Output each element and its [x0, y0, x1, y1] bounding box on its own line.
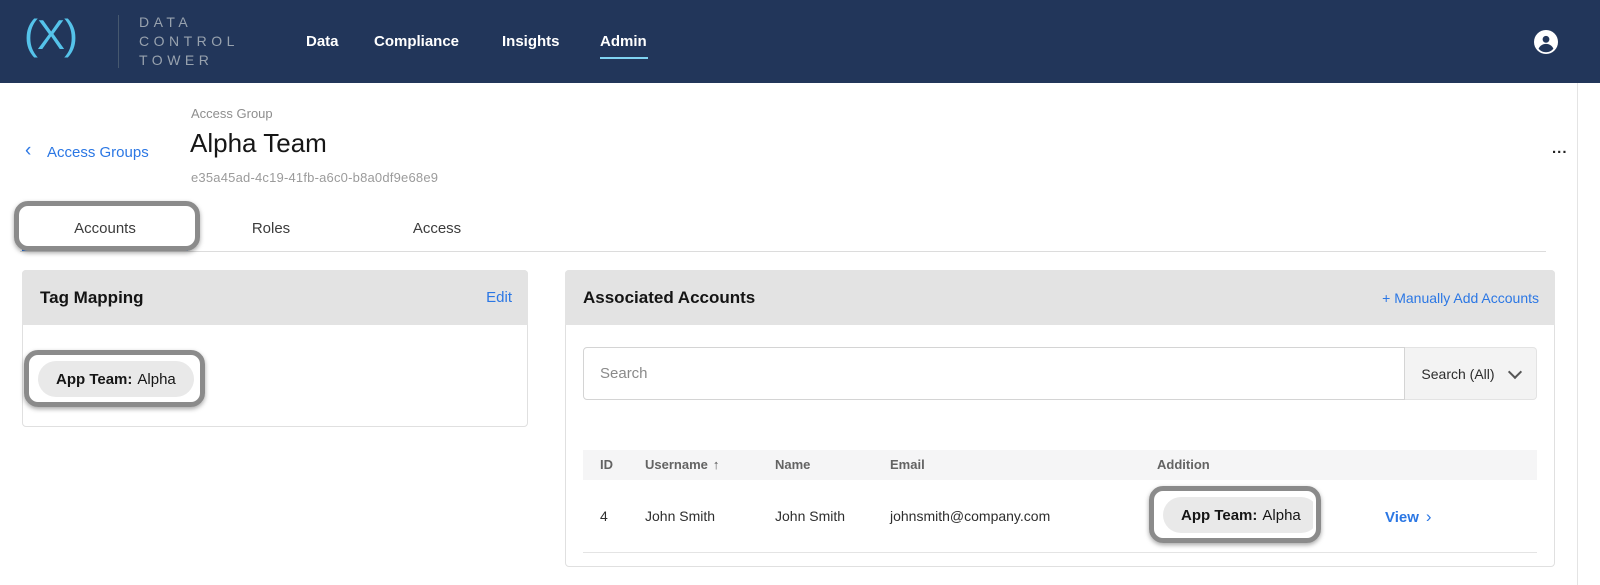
associated-accounts-title: Associated Accounts [583, 288, 755, 308]
table-header-row [583, 450, 1537, 480]
brand-line-3: TOWER [139, 51, 239, 70]
column-header-username[interactable]: Username ↑ [645, 450, 719, 480]
row-tag-value: Alpha [1262, 507, 1300, 524]
tag-key: App Team: [56, 371, 132, 388]
page-uuid: e35a45ad-4c19-41fb-a6c0-b8a0df9e68e9 [191, 170, 438, 185]
nav-item-admin[interactable]: Admin [600, 33, 647, 51]
brand-wordmark: DATA CONTROL TOWER [139, 13, 239, 70]
accounts-search-input[interactable] [584, 348, 1404, 399]
tag-chip-app-team-alpha[interactable]: App Team: Alpha [38, 361, 194, 397]
column-header-username-label: Username [645, 457, 708, 472]
nav-active-indicator [600, 57, 648, 59]
tab-access[interactable]: Access [354, 205, 520, 251]
overflow-menu-icon[interactable]: ... [1552, 140, 1568, 157]
tag-value: Alpha [137, 371, 175, 388]
view-label: View [1385, 509, 1419, 526]
page-title: Alpha Team [190, 128, 327, 159]
search-scope-label: Search (All) [1421, 366, 1494, 382]
brand-divider [118, 15, 119, 68]
column-header-id[interactable]: ID [600, 450, 613, 480]
row-tag-key: App Team: [1181, 507, 1257, 524]
search-scope-dropdown[interactable]: Search (All) [1405, 347, 1537, 400]
view-account-link[interactable]: View › [1385, 480, 1432, 553]
accounts-search-box [583, 347, 1405, 400]
page-right-edge-divider [1577, 83, 1578, 585]
brand-logo-icon[interactable]: (X) [24, 11, 77, 59]
tabs-divider [20, 251, 1546, 252]
top-navbar: (X) DATA CONTROL TOWER Data Compliance I… [0, 0, 1600, 83]
chevron-right-icon: › [1426, 507, 1432, 526]
manually-add-accounts-link[interactable]: + Manually Add Accounts [1382, 290, 1539, 306]
chevron-down-icon [1507, 364, 1521, 378]
tag-mapping-header: Tag Mapping Edit [22, 270, 528, 325]
edit-tag-mapping-link[interactable]: Edit [486, 289, 512, 306]
cell-email: johnsmith@company.com [890, 480, 1050, 553]
tab-accounts[interactable]: Accounts [22, 205, 188, 251]
column-header-email[interactable]: Email [890, 450, 925, 480]
associated-accounts-header: Associated Accounts + Manually Add Accou… [565, 270, 1555, 325]
page-eyebrow: Access Group [191, 106, 273, 121]
page: (X) DATA CONTROL TOWER Data Compliance I… [0, 0, 1600, 585]
column-header-name[interactable]: Name [775, 450, 810, 480]
brand-line-2: CONTROL [139, 32, 239, 51]
tag-mapping-title: Tag Mapping [40, 288, 144, 308]
column-header-addition[interactable]: Addition [1157, 450, 1210, 480]
cell-username: John Smith [645, 480, 715, 553]
brand-line-1: DATA [139, 13, 239, 32]
tab-roles[interactable]: Roles [188, 205, 354, 251]
row-tag-chip-app-team-alpha: App Team: Alpha [1163, 497, 1319, 533]
nav-item-compliance[interactable]: Compliance [374, 33, 459, 51]
nav-item-insights[interactable]: Insights [502, 33, 560, 51]
back-link-access-groups[interactable]: Access Groups [47, 144, 149, 161]
user-avatar-icon[interactable] [1534, 30, 1558, 54]
row-divider [583, 552, 1537, 553]
sort-ascending-icon: ↑ [713, 457, 720, 472]
back-chevron-icon[interactable]: ‹ [25, 140, 31, 162]
nav-item-data[interactable]: Data [306, 33, 339, 51]
cell-id: 4 [600, 480, 608, 553]
cell-name: John Smith [775, 480, 845, 553]
